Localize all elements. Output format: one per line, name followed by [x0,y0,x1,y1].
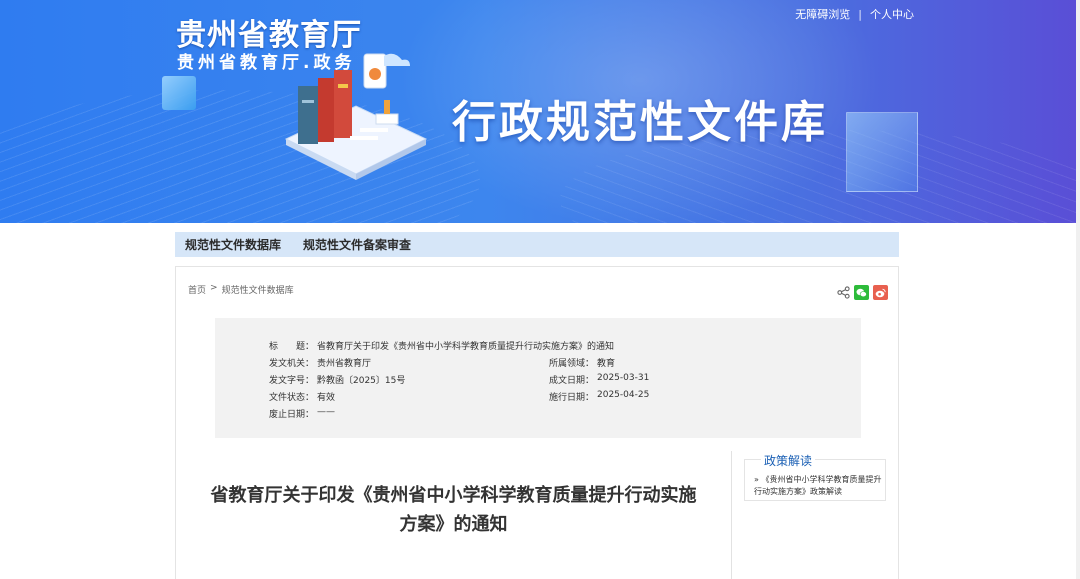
personal-center-link[interactable]: 个人中心 [870,6,914,22]
breadcrumb-current[interactable]: 规范性文件数据库 [222,283,294,296]
page-scrollbar[interactable] [1076,0,1080,579]
meta-status-value: 有效 [317,393,336,403]
header-banner: 贵州省教育厅 贵州省教育厅.政务 行政规范性文件库 无障碍浏览 | 个人中心 [0,0,1080,223]
meta-date-value: 2025-03-31 [597,373,650,383]
top-links-separator: | [858,7,862,21]
meta-date-label: 成文日期： [549,376,595,386]
meta-domain-value: 教育 [597,359,616,369]
policy-link-text[interactable]: 《贵州省中小学科学教育质量提升行动实施方案》政策解读 [754,475,881,496]
meta-row-title: 标 题： 省教育厅关于印发《贵州省中小学科学教育质量提升行动实施方案》的通知 [269,339,614,352]
policy-interpretation-box: 政策解读 » 《贵州省中小学科学教育质量提升行动实施方案》政策解读 [744,452,886,501]
banner-title: 行政规范性文件库 [452,97,828,148]
meta-abolish-label: 废止日期： [269,410,315,420]
meta-row-domain: 所属领域： 教育 [549,356,615,369]
meta-title-label: 标 题： [269,342,315,352]
cube-decoration-large [846,112,918,192]
share-bar [837,285,888,300]
policy-bullet: » [754,475,759,484]
breadcrumb-separator: > [210,283,218,293]
meta-effective-value: 2025-04-25 [597,390,650,400]
nav-item-document-database[interactable]: 规范性文件数据库 [185,236,281,253]
meta-issuer-value: 贵州省教育厅 [317,359,372,369]
meta-domain-label: 所属领域： [549,359,595,369]
weibo-icon[interactable] [873,285,888,300]
books-illustration [284,53,428,180]
policy-heading: 政策解读 [761,452,816,469]
meta-title-value: 省教育厅关于印发《贵州省中小学科学教育质量提升行动实施方案》的通知 [317,342,615,352]
breadcrumb-home[interactable]: 首页 [188,283,206,296]
meta-docno-label: 发文字号： [269,376,315,386]
document-title: 省教育厅关于印发《贵州省中小学科学教育质量提升行动实施方案》的通知 [210,485,697,535]
meta-status-label: 文件状态： [269,393,315,403]
meta-row-issuer: 发文机关： 贵州省教育厅 [269,356,371,369]
policy-interpretation-link[interactable]: » 《贵州省中小学科学教育质量提升行动实施方案》政策解读 [754,474,882,498]
meta-row-date: 成文日期： 2025-03-31 [549,373,649,386]
cube-decoration-small [162,76,196,110]
meta-row-abolish: 废止日期： —— [269,407,335,420]
column-divider [731,451,732,579]
wechat-icon[interactable] [854,285,869,300]
main-nav: 规范性文件数据库 规范性文件备案审查 [175,232,899,257]
meta-issuer-label: 发文机关： [269,359,315,369]
breadcrumb: 首页 > 规范性文件数据库 [188,283,294,296]
share-icon[interactable] [837,286,850,299]
meta-docno-value: 黔教函〔2025〕15号 [317,376,406,386]
nav-item-filing-review[interactable]: 规范性文件备案审查 [303,236,411,253]
document-metadata: 标 题： 省教育厅关于印发《贵州省中小学科学教育质量提升行动实施方案》的通知 发… [215,318,861,438]
meta-row-status: 文件状态： 有效 [269,390,335,403]
meta-abolish-value: —— [317,407,335,417]
meta-effective-label: 施行日期： [549,393,595,403]
meta-row-effective: 施行日期： 2025-04-25 [549,390,649,403]
meta-row-docno: 发文字号： 黔教函〔2025〕15号 [269,373,405,386]
top-links: 无障碍浏览 | 个人中心 [795,6,914,22]
content-panel: 首页 > 规范性文件数据库 标 题： 省教育厅关于印发《贵州省中小学科学教育质量… [175,266,899,579]
accessibility-link[interactable]: 无障碍浏览 [795,6,850,22]
